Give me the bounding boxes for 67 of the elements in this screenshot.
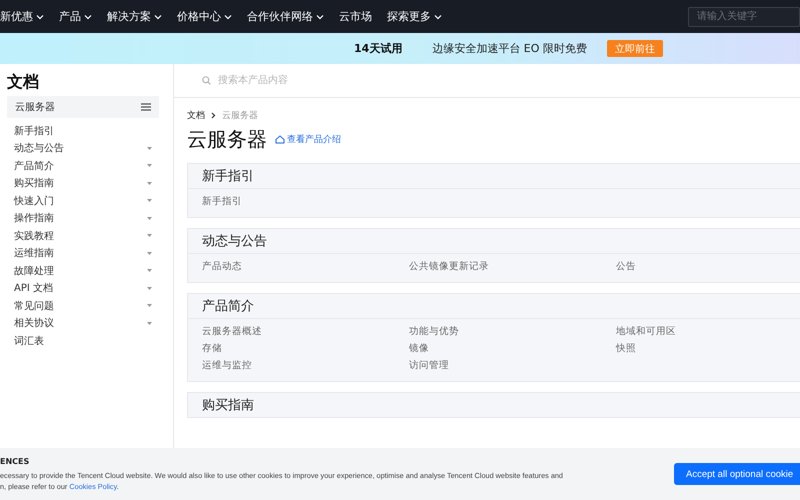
nav-menu-item[interactable]: 新优惠 [0,9,44,24]
doc-link[interactable]: 公共镜像更新记录 [409,260,616,274]
search-field[interactable]: 请输入关键字 [688,6,800,26]
caret-icon [147,322,152,325]
section-title: 产品简介 [202,298,254,315]
sidebar-item[interactable]: 实践教程 [7,227,152,244]
cookie-title: ENCES [0,456,30,466]
section-title: 购买指南 [202,397,254,414]
sidebar-item[interactable]: 操作指南 [7,210,152,227]
sidebar-item[interactable]: 购买指南 [7,174,152,192]
caret-icon [147,199,152,202]
sidebar-item[interactable]: 新手指引 [7,122,152,140]
sidebar-item[interactable]: 产品简介 [7,157,152,174]
doc-link[interactable]: 存储 [202,342,409,356]
caret-icon [147,234,152,238]
sidebar-item[interactable]: 词汇表 [7,332,152,350]
sidebar-item[interactable]: 动态与公告 [7,140,152,157]
section-title: 新手指引 [202,168,254,185]
chevron-down-icon [224,14,232,20]
search-icon [202,76,211,85]
page-title: 云服务器 [187,126,267,153]
sidebar-item[interactable]: 快速入门 [7,192,152,210]
caret-icon [147,252,152,255]
caret-icon [147,286,152,290]
caret-icon [147,146,152,150]
caret-icon [147,164,152,168]
home-icon [275,135,285,144]
docs-title: 文档 [7,72,40,93]
caret-icon [147,216,152,220]
doc-link[interactable]: 快照 [616,342,800,356]
nav-menu-item[interactable]: 云市场 [339,9,372,24]
doc-link[interactable]: 产品动态 [202,260,409,274]
nav-menu-item[interactable]: 价格中心 [177,9,232,24]
menu-icon [141,103,151,111]
doc-link[interactable]: 云服务器概述 [202,325,409,339]
sidebar-item[interactable]: 相关协议 [7,314,152,332]
nav-menu-item[interactable]: 探索更多 [387,9,442,24]
product-selector[interactable]: 云服务器 [7,96,159,118]
caret-icon [147,304,152,308]
trial-label: 14天试用 [354,41,402,56]
chevron-down-icon [434,14,442,20]
caret-icon [147,182,152,185]
section-title: 动态与公告 [202,233,267,250]
sidebar-item[interactable]: 常见问题 [7,297,152,314]
nav-menu-item[interactable]: 产品 [59,9,92,24]
sidebar-item[interactable]: 运维指南 [7,244,152,262]
doc-link[interactable]: 访问管理 [409,359,616,373]
chevron-down-icon [84,14,92,20]
doc-link[interactable]: 运维与监控 [202,359,409,373]
caret-icon [147,269,152,272]
doc-link[interactable]: 镜像 [409,342,616,356]
doc-link[interactable]: 公告 [616,260,800,274]
sidebar-item[interactable]: API 文档 [7,280,152,297]
doc-link[interactable]: 功能与优势 [409,325,616,339]
chevron-down-icon [316,14,324,20]
promo-text: 边缘安全加速平台 EO 限时免费 [432,41,587,56]
nav-menu-item[interactable]: 合作伙伴网络 [247,9,324,24]
chevron-down-icon [154,14,162,20]
breadcrumb-link[interactable]: 文档 [187,108,205,122]
sidebar-item[interactable]: 故障处理 [7,262,152,280]
chevron-down-icon [36,14,44,20]
nav-menu-item[interactable]: 解决方案 [107,9,162,24]
product-intro-link[interactable]: 查看产品介绍 [275,133,341,146]
chevron-right-icon [211,112,216,118]
doc-link[interactable]: 地域和可用区 [616,325,800,339]
doc-link[interactable]: 新手指引 [202,195,409,209]
accept-cookies-button[interactable]: Accept all optional cookie [674,463,800,485]
